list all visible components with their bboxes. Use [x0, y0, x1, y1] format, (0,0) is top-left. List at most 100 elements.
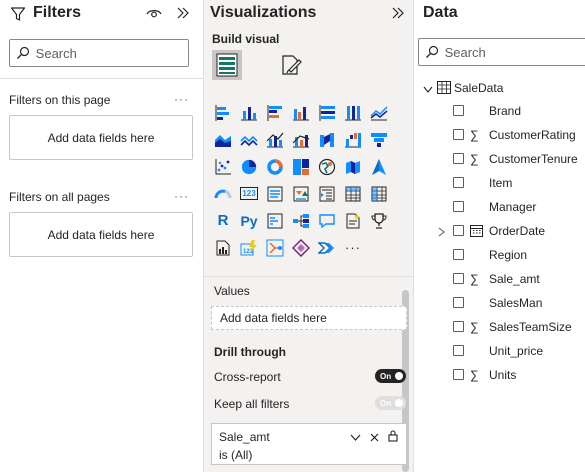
filters-divider — [0, 78, 203, 79]
table-icon[interactable] — [341, 181, 365, 206]
area-chart-icon[interactable] — [211, 127, 235, 152]
funnel-chart-icon[interactable] — [367, 127, 391, 152]
filters-on-page-well[interactable]: Add data fields here — [9, 115, 193, 160]
filters-on-page-more-icon[interactable]: ··· — [174, 92, 189, 106]
stacked-area-chart-icon[interactable] — [237, 127, 261, 152]
chevron-down-icon[interactable] — [423, 83, 433, 97]
field-row[interactable]: ∑ SalesTeamSize — [414, 315, 585, 339]
table-name: SaleData — [454, 81, 504, 95]
python-visual-icon[interactable]: Py — [237, 208, 261, 233]
drill-through-label: Drill through — [214, 345, 286, 359]
format-visual-button[interactable] — [276, 50, 306, 80]
lock-icon[interactable] — [388, 430, 398, 445]
data-search-input[interactable] — [444, 44, 585, 60]
field-checkbox[interactable] — [453, 297, 464, 308]
field-row[interactable]: OrderDate — [414, 219, 585, 243]
filters-all-pages-more-icon[interactable]: ··· — [174, 189, 189, 203]
collapse-pane-icon[interactable] — [391, 6, 405, 22]
pie-chart-icon[interactable] — [237, 154, 261, 179]
matrix-icon[interactable] — [367, 181, 391, 206]
field-checkbox[interactable] — [453, 225, 464, 236]
drillthrough-filter-card[interactable]: Sale_amt is (All) — [211, 423, 407, 465]
ribbon-chart-icon[interactable] — [315, 127, 339, 152]
field-row[interactable]: ∑ Units — [414, 363, 585, 387]
field-row[interactable]: Item — [414, 171, 585, 195]
scatter-chart-icon[interactable] — [211, 154, 235, 179]
table-node-saledata[interactable]: SaleData — [414, 76, 585, 100]
paginated-report-icon[interactable] — [211, 235, 235, 260]
field-row[interactable]: SalesMan — [414, 291, 585, 315]
field-checkbox[interactable] — [453, 105, 464, 116]
qa-icon[interactable] — [315, 208, 339, 233]
decomposition-tree-icon[interactable] — [289, 208, 313, 233]
field-label: Item — [489, 176, 513, 190]
field-checkbox[interactable] — [453, 201, 464, 212]
field-row[interactable]: ∑ CustomerTenure — [414, 147, 585, 171]
goals-icon[interactable] — [367, 208, 391, 233]
collapse-pane-icon[interactable] — [176, 6, 190, 22]
field-checkbox[interactable] — [453, 249, 464, 260]
field-checkbox[interactable] — [453, 369, 464, 380]
chevron-right-icon[interactable] — [438, 226, 445, 240]
filters-all-pages-well[interactable]: Add data fields here — [9, 212, 193, 257]
slicer-icon[interactable] — [315, 181, 339, 206]
field-row[interactable]: ∑ Sale_amt — [414, 267, 585, 291]
filters-all-pages-label: Filters on all pages — [9, 190, 110, 204]
donut-chart-icon[interactable] — [263, 154, 287, 179]
line-chart-icon[interactable] — [367, 100, 391, 125]
multi-row-card-icon[interactable] — [263, 181, 287, 206]
r-visual-icon[interactable]: R — [211, 208, 235, 233]
power-automate-icon[interactable] — [263, 235, 287, 260]
smart-narrative-icon[interactable] — [341, 208, 365, 233]
field-label: Manager — [489, 200, 537, 214]
filled-map-icon[interactable] — [341, 154, 365, 179]
line-clustered-column-icon[interactable] — [289, 127, 313, 152]
field-row[interactable]: Region — [414, 243, 585, 267]
stacked-column-chart-icon[interactable] — [237, 100, 261, 125]
eye-icon[interactable] — [146, 6, 162, 22]
map-icon[interactable] — [315, 154, 339, 179]
100-stacked-column-chart-icon[interactable] — [341, 100, 365, 125]
sigma-icon: ∑ — [470, 320, 479, 334]
field-checkbox[interactable] — [453, 273, 464, 284]
build-visual-button[interactable] — [212, 50, 242, 80]
filters-search-box[interactable] — [9, 39, 189, 67]
table-icon — [437, 81, 451, 97]
key-influencers-icon[interactable] — [263, 208, 287, 233]
power-apps-diamond-icon[interactable] — [289, 235, 313, 260]
cross-report-toggle[interactable]: On — [375, 369, 406, 383]
clustered-bar-chart-icon[interactable] — [263, 100, 287, 125]
field-row[interactable]: ∑ CustomerRating — [414, 123, 585, 147]
power-apps-icon[interactable]: 123 — [237, 235, 261, 260]
field-checkbox[interactable] — [453, 177, 464, 188]
field-checkbox[interactable] — [453, 345, 464, 356]
stacked-bar-chart-icon[interactable] — [211, 100, 235, 125]
filters-search-input[interactable] — [35, 45, 188, 61]
data-search-box[interactable] — [418, 38, 585, 66]
toggle-on-text: On — [380, 398, 392, 408]
values-drop-well[interactable]: Add data fields here — [211, 306, 407, 330]
clustered-column-chart-icon[interactable] — [289, 100, 313, 125]
field-row[interactable]: Manager — [414, 195, 585, 219]
empty-cell — [393, 235, 413, 260]
azure-map-icon[interactable] — [367, 154, 391, 179]
more-visuals-icon[interactable]: ··· — [341, 235, 365, 260]
field-checkbox[interactable] — [453, 129, 464, 140]
kpi-icon[interactable] — [289, 181, 313, 206]
card-icon[interactable]: 123 — [237, 181, 261, 206]
chevron-down-icon[interactable] — [350, 431, 361, 445]
field-checkbox[interactable] — [453, 321, 464, 332]
field-label: SalesMan — [489, 296, 543, 310]
field-row[interactable]: Unit_price — [414, 339, 585, 363]
keep-all-filters-toggle[interactable]: On — [375, 396, 406, 410]
treemap-icon[interactable] — [289, 154, 313, 179]
waterfall-chart-icon[interactable] — [341, 127, 365, 152]
field-checkbox[interactable] — [453, 153, 464, 164]
close-icon[interactable] — [370, 431, 379, 445]
line-stacked-column-icon[interactable] — [263, 127, 287, 152]
sigma-icon: ∑ — [470, 272, 479, 286]
field-row[interactable]: Brand — [414, 99, 585, 123]
100-stacked-bar-chart-icon[interactable] — [315, 100, 339, 125]
power-automate-chevron-icon[interactable] — [315, 235, 339, 260]
gauge-icon[interactable] — [211, 181, 235, 206]
